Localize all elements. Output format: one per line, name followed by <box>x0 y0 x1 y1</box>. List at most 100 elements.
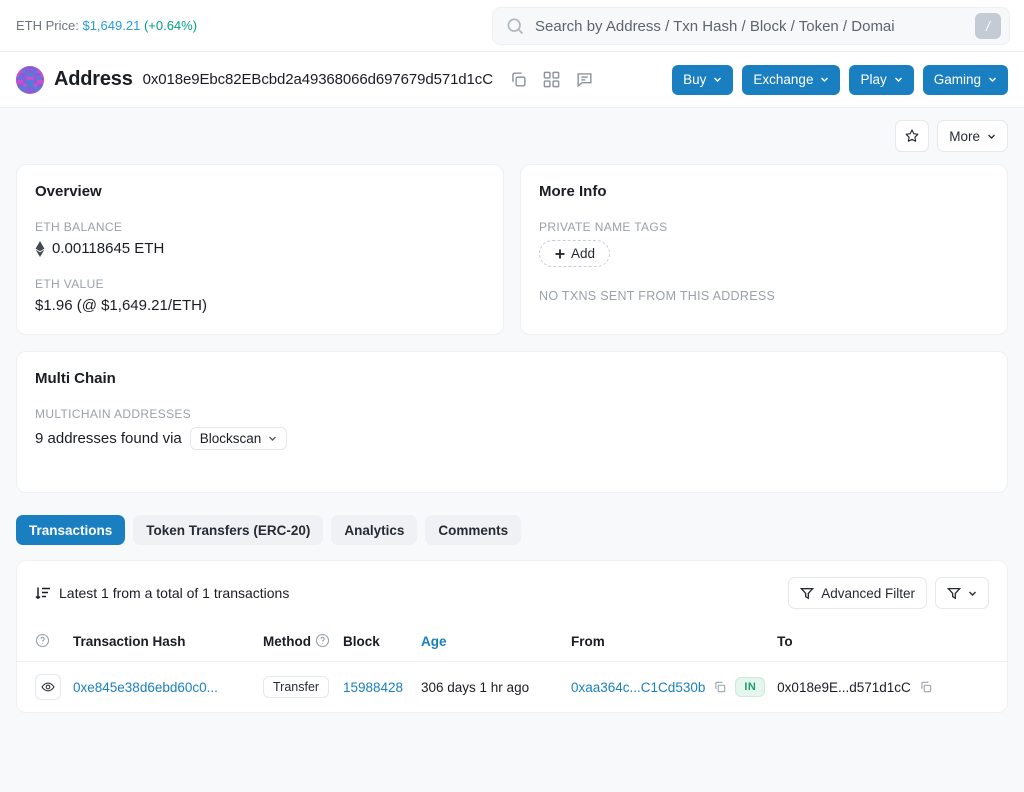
advanced-filter-button[interactable]: Advanced Filter <box>788 577 927 609</box>
sort-descending-icon <box>35 585 51 601</box>
ethereum-icon <box>35 241 45 257</box>
star-icon <box>904 128 920 144</box>
funnel-icon <box>947 586 961 600</box>
add-name-tag-label: Add <box>571 246 595 261</box>
multi-chain-card: Multi Chain MULTICHAIN ADDRESSES 9 addre… <box>16 351 1008 493</box>
top-bar: ETH Price: $1,649.21 (+0.64%) / <box>0 0 1024 52</box>
chevron-down-icon <box>894 75 903 84</box>
block-number-link[interactable]: 15988428 <box>343 680 403 695</box>
content-tabs: Transactions Token Transfers (ERC-20) An… <box>16 515 1008 545</box>
overview-card: Overview ETH BALANCE 0.00118645 ETH ETH … <box>16 164 504 335</box>
chevron-down-icon <box>268 434 277 443</box>
more-button-label: More <box>949 129 980 144</box>
transaction-hash-link[interactable]: 0xe845e38d6ebd60c0... <box>73 680 218 695</box>
favorite-button[interactable] <box>895 120 929 152</box>
page-toolbar: More <box>16 108 1008 164</box>
advanced-filter-label: Advanced Filter <box>821 586 915 601</box>
chevron-down-icon <box>713 75 722 84</box>
search-icon <box>505 16 525 36</box>
tab-transactions[interactable]: Transactions <box>16 515 125 545</box>
transactions-table-toolbar: Latest 1 from a total of 1 transactions … <box>17 561 1007 623</box>
column-to: To <box>771 623 1007 662</box>
address-header-actions: Buy Exchange Play Gaming <box>672 65 1008 95</box>
column-transaction-hash[interactable]: Transaction Hash <box>67 623 257 662</box>
main-content: More Overview ETH BALANCE 0.00118645 ETH… <box>0 108 1024 713</box>
eye-icon <box>41 680 55 694</box>
exchange-button-label: Exchange <box>753 72 813 87</box>
plus-icon <box>554 248 566 260</box>
multichain-found-text: 9 addresses found via <box>35 430 182 447</box>
multi-chain-card-title: Multi Chain <box>35 370 989 387</box>
multichain-provider-label: Blockscan <box>200 431 262 446</box>
address-hash: 0x018e9Ebc82EBcbd2a49368066d697679d571d1… <box>143 71 493 88</box>
multichain-addresses-label: MULTICHAIN ADDRESSES <box>35 407 989 421</box>
eth-value-label: ETH VALUE <box>35 277 485 291</box>
gaming-button-label: Gaming <box>934 72 981 87</box>
tab-analytics[interactable]: Analytics <box>331 515 417 545</box>
chevron-down-icon <box>968 589 977 598</box>
add-name-tag-button[interactable]: Add <box>539 240 610 267</box>
multichain-found-row: 9 addresses found via Blockscan <box>35 427 989 450</box>
help-circle-icon[interactable] <box>315 633 330 648</box>
eth-balance-value: 0.00118645 ETH <box>52 240 164 257</box>
tab-comments[interactable]: Comments <box>425 515 521 545</box>
row-preview-cell <box>17 662 67 713</box>
gaming-dropdown-button[interactable]: Gaming <box>923 65 1008 95</box>
message-icon[interactable] <box>575 70 594 89</box>
no-txns-note: NO TXNS SENT FROM THIS ADDRESS <box>539 289 989 303</box>
address-header: Address 0x018e9Ebc82EBcbd2a49368066d6976… <box>0 52 1024 108</box>
transactions-filter-actions: Advanced Filter <box>788 577 989 609</box>
search-shortcut-key: / <box>975 13 1001 39</box>
buy-button-label: Buy <box>683 72 706 87</box>
direction-badge: IN <box>735 677 765 697</box>
filter-dropdown-button[interactable] <box>935 577 989 609</box>
table-row: 0xe845e38d6ebd60c0... Transfer 15988428 … <box>17 662 1007 713</box>
from-address-group: 0xaa364c...C1Cd530b IN <box>571 677 765 697</box>
overview-card-title: Overview <box>35 183 485 200</box>
row-method-cell: Transfer <box>257 662 337 713</box>
more-info-card: More Info PRIVATE NAME TAGS Add NO TXNS … <box>520 164 1008 335</box>
eth-price-value: $1,649.21 <box>82 18 140 33</box>
row-age-cell: 306 days 1 hr ago <box>415 662 565 713</box>
from-address-link[interactable]: 0xaa364c...C1Cd530b <box>571 680 705 695</box>
transactions-table-head: Transaction Hash Method Block Age From T… <box>17 623 1007 662</box>
summary-cards: Overview ETH BALANCE 0.00118645 ETH ETH … <box>16 164 1008 335</box>
page-title: Address <box>54 68 133 91</box>
tab-token-transfers[interactable]: Token Transfers (ERC-20) <box>133 515 323 545</box>
transactions-summary-text: Latest 1 from a total of 1 transactions <box>59 585 289 601</box>
qr-code-icon[interactable] <box>542 70 561 89</box>
exchange-dropdown-button[interactable]: Exchange <box>742 65 840 95</box>
copy-icon[interactable] <box>713 680 727 694</box>
eth-price-label: ETH Price: <box>16 18 79 33</box>
funnel-icon <box>800 586 814 600</box>
more-dropdown-button[interactable]: More <box>937 120 1008 152</box>
chevron-down-icon <box>988 75 997 84</box>
method-badge: Transfer <box>263 676 329 698</box>
row-transaction-hash-cell: 0xe845e38d6ebd60c0... <box>67 662 257 713</box>
address-header-icons <box>509 70 594 89</box>
multichain-provider-select[interactable]: Blockscan <box>190 427 288 450</box>
row-from-cell: 0xaa364c...C1Cd530b IN <box>565 662 771 713</box>
help-circle-icon[interactable] <box>35 633 50 648</box>
column-block[interactable]: Block <box>337 623 415 662</box>
table-header-row: Transaction Hash Method Block Age From T… <box>17 623 1007 662</box>
eth-balance-value-row: 0.00118645 ETH <box>35 240 485 257</box>
preview-transaction-button[interactable] <box>35 674 61 700</box>
copy-icon[interactable] <box>919 680 933 694</box>
row-block-cell: 15988428 <box>337 662 415 713</box>
private-name-tags-label: PRIVATE NAME TAGS <box>539 220 989 234</box>
buy-dropdown-button[interactable]: Buy <box>672 65 733 95</box>
play-button-label: Play <box>860 72 886 87</box>
column-age[interactable]: Age <box>415 623 565 662</box>
copy-icon[interactable] <box>509 70 528 89</box>
eth-balance-label: ETH BALANCE <box>35 220 485 234</box>
search-bar[interactable]: / <box>492 7 1010 45</box>
transactions-table-body: 0xe845e38d6ebd60c0... Transfer 15988428 … <box>17 662 1007 713</box>
column-help <box>17 623 67 662</box>
eth-price-change: (+0.64%) <box>144 18 197 33</box>
play-dropdown-button[interactable]: Play <box>849 65 913 95</box>
to-address-group: 0x018e9E...d571d1cC <box>777 680 1001 695</box>
eth-value-value: $1.96 (@ $1,649.21/ETH) <box>35 297 485 314</box>
transactions-table: Transaction Hash Method Block Age From T… <box>17 623 1007 712</box>
search-input[interactable] <box>525 17 975 36</box>
